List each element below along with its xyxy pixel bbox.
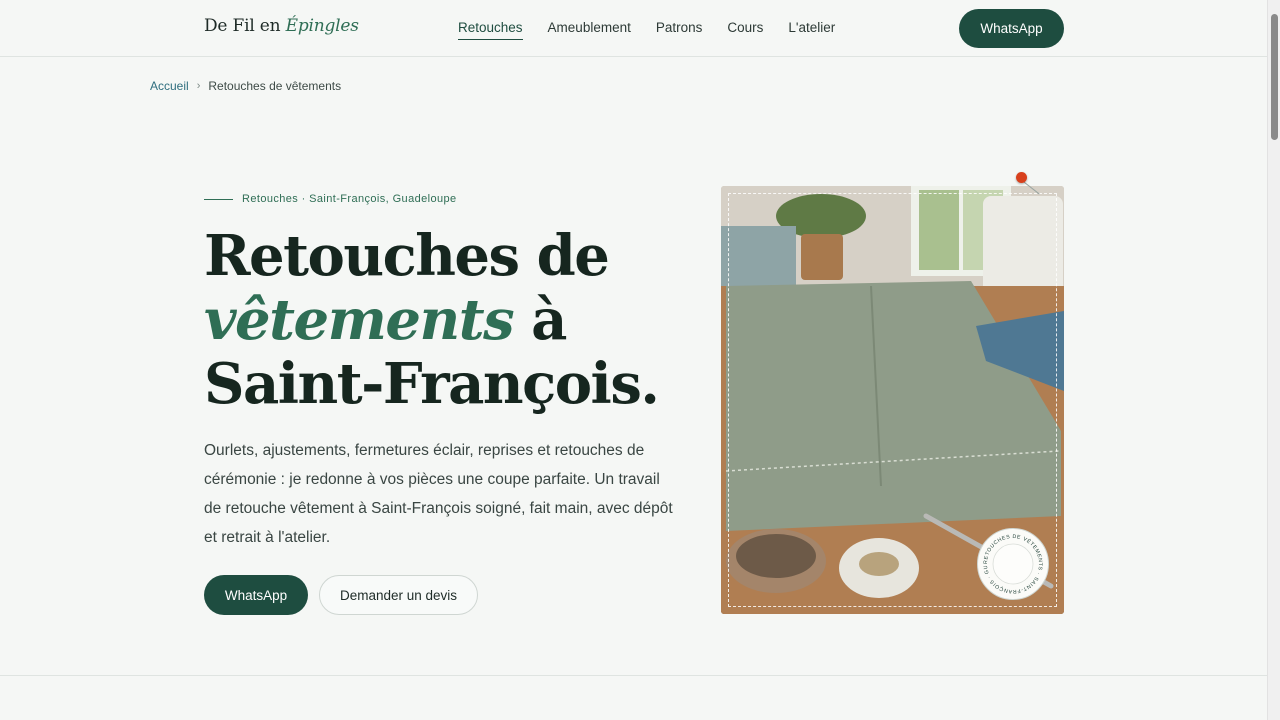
breadcrumb-current: Retouches de vêtements (208, 79, 342, 93)
logo-main: De Fil en (204, 16, 281, 36)
section-divider (0, 675, 1267, 676)
title-line-1: Retouches de (204, 223, 610, 289)
logo-accent: Épingles (285, 16, 359, 36)
circular-stamp-badge: RETOUCHES DE VÊTEMENTS · SAINT-FRANÇOIS … (977, 528, 1049, 600)
scrollbar-thumb[interactable] (1271, 14, 1278, 140)
nav-item-cours[interactable]: Cours (727, 19, 763, 40)
hero-lead: Ourlets, ajustements, fermetures éclair,… (204, 442, 673, 546)
site-logo[interactable]: De Fil en Épingles (204, 16, 359, 36)
stamp-ring: RETOUCHES DE VÊTEMENTS · SAINT-FRANÇOIS … (978, 529, 1042, 594)
site-header: De Fil en Épingles Retouches Ameublement… (0, 0, 1267, 57)
breadcrumb-home-link[interactable]: Accueil (150, 79, 189, 93)
page-title: Retouches de vêtements à Saint-François. (204, 223, 660, 417)
main-nav: Retouches Ameublement Patrons Cours L'at… (458, 19, 860, 40)
title-accent: vêtements (204, 287, 515, 353)
nav-item-retouches[interactable]: Retouches (458, 19, 523, 40)
hero-whatsapp-button[interactable]: WhatsApp (204, 575, 308, 615)
nav-item-patrons[interactable]: Patrons (656, 19, 703, 40)
hero-eyebrow: Retouches · Saint-François, Guadeloupe (204, 193, 457, 205)
title-line-3: Saint-François. (204, 351, 660, 417)
page-scrollbar[interactable] (1267, 0, 1280, 720)
header-whatsapp-button[interactable]: WhatsApp (959, 9, 1064, 48)
title-after-accent: à (513, 287, 567, 353)
breadcrumb: Accueil › Retouches de vêtements (150, 79, 341, 93)
quote-request-button[interactable]: Demander un devis (319, 575, 478, 615)
eyebrow-line (204, 198, 233, 200)
eyebrow-text: Retouches · Saint-François, Guadeloupe (242, 193, 457, 205)
pin-head-icon (1016, 172, 1027, 183)
nav-item-atelier[interactable]: L'atelier (788, 19, 835, 40)
nav-item-ameublement[interactable]: Ameublement (548, 19, 631, 40)
breadcrumb-separator: › (196, 80, 201, 92)
